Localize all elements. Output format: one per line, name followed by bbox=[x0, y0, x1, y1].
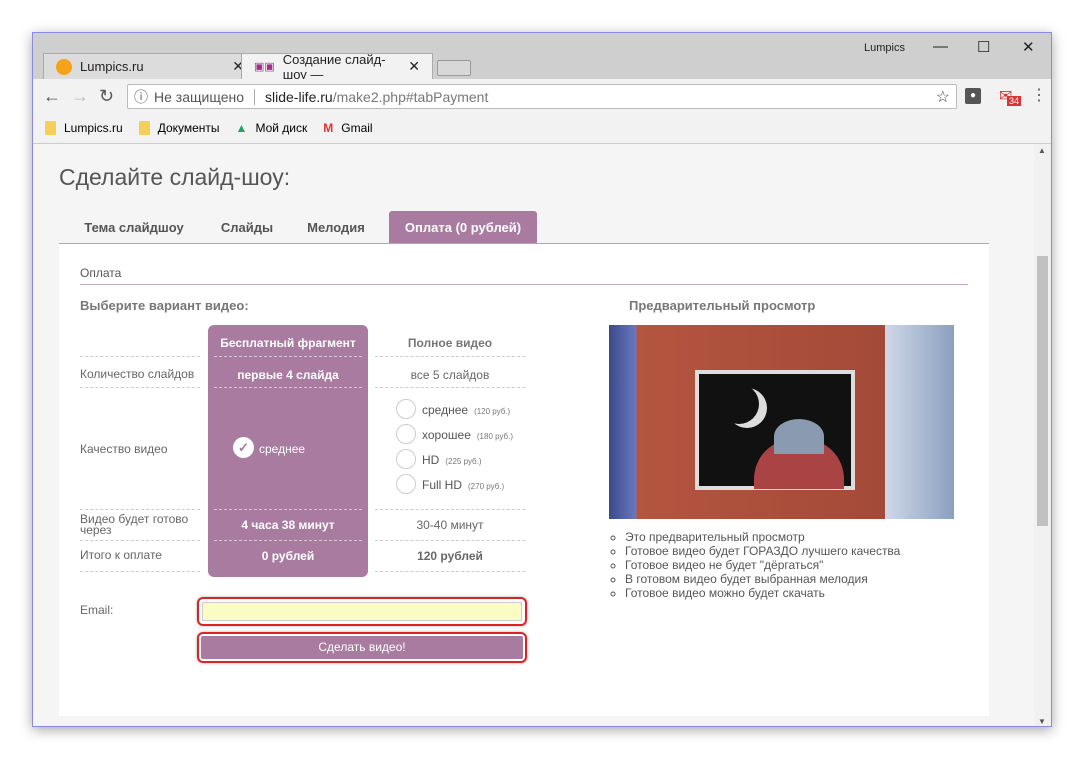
scrollbar[interactable]: ▲ ▼ bbox=[1034, 144, 1051, 726]
scroll-down-icon[interactable]: ▼ bbox=[1038, 717, 1046, 726]
bookmarks-bar: Lumpics.ru Документы ▲ Мой диск M Gmail bbox=[33, 113, 1051, 144]
free-quality: среднее bbox=[259, 442, 306, 456]
address-bar[interactable]: ⓘ Не защищено slide-life.ru /make2.php#t… bbox=[127, 84, 957, 109]
bookmark-documents[interactable]: Документы bbox=[138, 121, 220, 135]
radio-fullhd[interactable] bbox=[396, 474, 416, 494]
tab-slides[interactable]: Слайды bbox=[209, 211, 285, 243]
close-window-icon[interactable]: ✕ bbox=[1022, 38, 1035, 56]
free-slides: первые 4 слайда bbox=[237, 368, 339, 382]
tab-title: Lumpics.ru bbox=[80, 59, 144, 74]
bookmark-star-icon[interactable]: ☆ bbox=[936, 87, 950, 107]
row-label: Качество видео bbox=[80, 442, 168, 456]
menu-icon[interactable]: ⋮ bbox=[1031, 85, 1047, 105]
payment-panel: Оплата Выберите вариант видео: Предварит… bbox=[59, 244, 989, 716]
preview-notes: Это предварительный просмотр Готовое вид… bbox=[625, 530, 900, 600]
make-video-button[interactable]: Сделать видео! bbox=[201, 636, 523, 659]
profile-name[interactable]: Lumpics bbox=[864, 42, 905, 54]
reload-icon[interactable]: ↻ bbox=[99, 86, 114, 107]
full-total: 120 рублей bbox=[417, 549, 483, 563]
bookmark-label: Gmail bbox=[341, 121, 373, 135]
info-icon[interactable]: ⓘ bbox=[134, 87, 148, 107]
moon-icon bbox=[719, 384, 759, 424]
browser-window: Lumpics.ru ✕ ▣▣ Создание слайд-шоу — ✕ L… bbox=[32, 32, 1052, 727]
full-slides: все 5 слайдов bbox=[410, 368, 490, 382]
preview-label: Предварительный просмотр bbox=[629, 298, 816, 313]
scroll-up-icon[interactable]: ▲ bbox=[1038, 146, 1046, 155]
slide-life-favicon-icon: ▣▣ bbox=[254, 61, 275, 73]
full-header: Полное видео bbox=[407, 336, 493, 350]
maximize-icon[interactable]: ☐ bbox=[977, 38, 990, 56]
page-content: Сделайте слайд-шоу: Тема слайдшоу Слайды… bbox=[33, 144, 1036, 726]
scrollbar-thumb[interactable] bbox=[1037, 256, 1048, 526]
option-label: HD bbox=[422, 453, 440, 467]
email-label: Email: bbox=[80, 603, 114, 617]
gmail-badge: 34 bbox=[1007, 96, 1022, 106]
option-label: Full HD bbox=[422, 478, 463, 492]
bookmark-gmail[interactable]: M Gmail bbox=[323, 121, 372, 135]
row-label: Количество слайдов bbox=[80, 367, 195, 381]
url-host: slide-life.ru bbox=[265, 88, 333, 105]
full-time: 30-40 минут bbox=[416, 518, 484, 532]
radio-good[interactable] bbox=[396, 424, 416, 444]
checkmark-icon: ✓ bbox=[233, 437, 254, 458]
option-hd[interactable]: HD (225 руб.) bbox=[422, 453, 482, 467]
gmail-extension-icon[interactable]: ✉ 34 bbox=[999, 86, 1022, 106]
minimize-icon[interactable]: — bbox=[933, 38, 948, 55]
security-label: Не защищено bbox=[154, 88, 244, 105]
option-label: хорошее bbox=[422, 428, 471, 442]
option-medium[interactable]: среднее (120 руб.) bbox=[422, 403, 510, 417]
new-tab-button[interactable] bbox=[437, 60, 471, 76]
url-path: /make2.php#tabPayment bbox=[332, 88, 489, 105]
note-item: Готовое видео будет ГОРАЗДО лучшего каче… bbox=[625, 544, 900, 558]
tab-slide-life[interactable]: ▣▣ Создание слайд-шоу — ✕ bbox=[241, 51, 433, 82]
choose-label: Выберите вариант видео: bbox=[80, 298, 249, 313]
title-bar: Lumpics.ru ✕ ▣▣ Создание слайд-шоу — ✕ L… bbox=[33, 33, 1051, 82]
note-item: Это предварительный просмотр bbox=[625, 530, 900, 544]
bookmark-label: Lumpics.ru bbox=[64, 121, 123, 135]
preview-image bbox=[609, 325, 954, 519]
gmail-icon: M bbox=[323, 121, 334, 135]
option-price: (180 руб.) bbox=[476, 432, 514, 441]
email-input[interactable] bbox=[197, 597, 527, 626]
free-header: Бесплатный фрагмент bbox=[220, 336, 356, 350]
page-tabs: Тема слайдшоу Слайды Мелодия Оплата (0 р… bbox=[59, 211, 989, 244]
back-icon[interactable]: ← bbox=[43, 86, 61, 107]
tab-theme[interactable]: Тема слайдшоу bbox=[59, 211, 209, 243]
option-good[interactable]: хорошее (180 руб.) bbox=[422, 428, 513, 442]
note-item: В готовом видео будет выбранная мелодия bbox=[625, 572, 900, 586]
option-price: (120 руб.) bbox=[474, 407, 511, 416]
row-label: Видео будет готово через bbox=[80, 512, 189, 537]
note-item: Готовое видео не будет "дёргаться" bbox=[625, 558, 900, 572]
bookmark-label: Мой диск bbox=[255, 121, 308, 135]
radio-hd[interactable] bbox=[396, 449, 416, 469]
close-tab-icon[interactable]: ✕ bbox=[408, 58, 420, 75]
toolbar: ← → ↻ ⓘ Не защищено slide-life.ru /make2… bbox=[33, 79, 1051, 113]
section-title: Оплата bbox=[80, 266, 122, 280]
free-time: 4 часа 38 минут bbox=[241, 518, 335, 532]
tab-payment[interactable]: Оплата (0 рублей) bbox=[389, 211, 537, 243]
radio-medium[interactable] bbox=[396, 399, 416, 419]
folder-icon bbox=[45, 121, 56, 135]
google-drive-icon: ▲ bbox=[235, 121, 248, 135]
option-label: среднее bbox=[422, 403, 469, 417]
orange-favicon-icon bbox=[56, 58, 72, 75]
bookmark-drive[interactable]: ▲ Мой диск bbox=[236, 121, 308, 135]
row-label: Итого к оплате bbox=[80, 548, 162, 562]
option-price: (225 руб.) bbox=[445, 457, 482, 466]
free-total: 0 рублей bbox=[261, 549, 315, 563]
option-fullhd[interactable]: Full HD (270 руб.) bbox=[422, 478, 504, 492]
tab-title: Создание слайд-шоу — bbox=[282, 51, 386, 82]
bookmark-label: Документы bbox=[157, 121, 220, 135]
note-item: Готовое видео можно будет скачать bbox=[625, 586, 900, 600]
folder-icon bbox=[138, 121, 150, 135]
forward-icon[interactable]: → bbox=[71, 86, 89, 107]
tab-lumpics[interactable]: Lumpics.ru ✕ bbox=[43, 53, 257, 79]
tab-music[interactable]: Мелодия bbox=[285, 211, 387, 243]
option-price: (270 руб.) bbox=[468, 482, 505, 491]
extension-bulb-icon[interactable]: ● bbox=[965, 88, 981, 104]
bookmark-lumpics[interactable]: Lumpics.ru bbox=[45, 121, 123, 135]
page-title: Сделайте слайд-шоу: bbox=[59, 164, 291, 190]
